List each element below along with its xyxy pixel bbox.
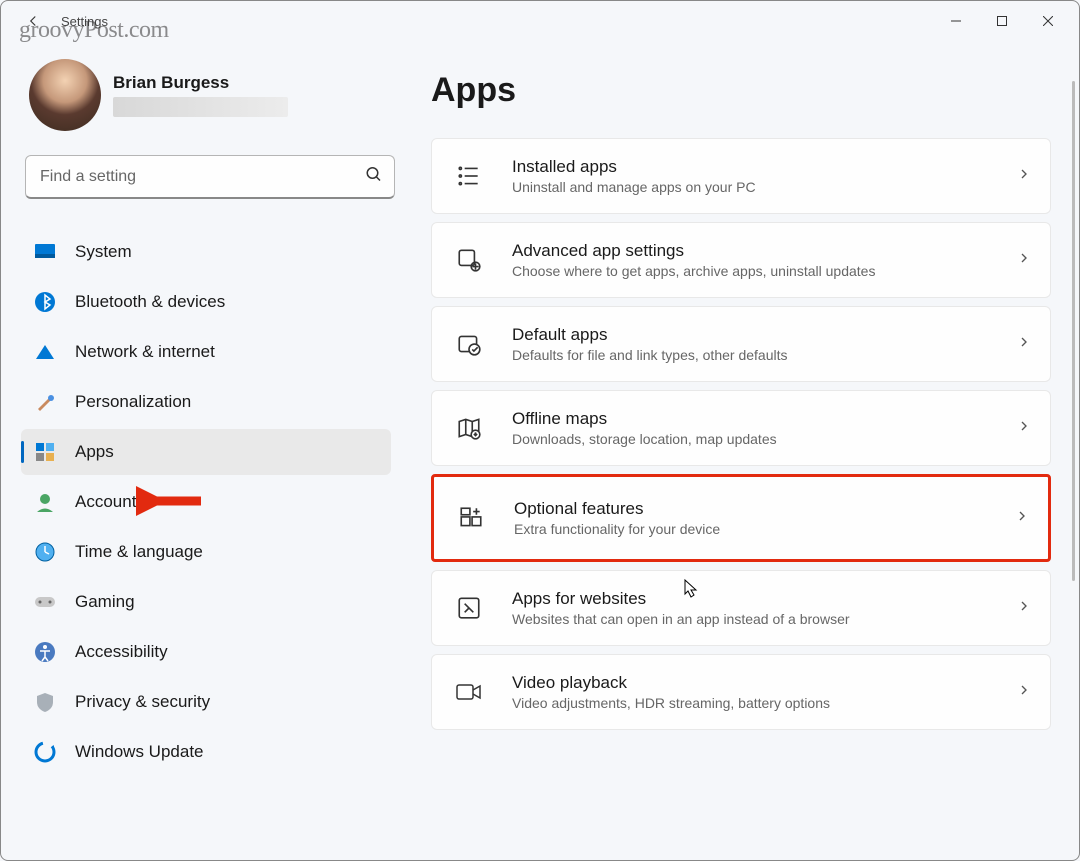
maximize-button[interactable] [979, 5, 1025, 37]
sidebar-item-label: Time & language [75, 542, 203, 562]
titlebar: Settings [1, 1, 1079, 41]
apps-websites-icon [454, 593, 484, 623]
sidebar-item-personalization[interactable]: Personalization [21, 379, 391, 425]
sidebar-item-accounts[interactable]: Accounts [21, 479, 391, 525]
settings-window: groovyPost.com Settings Brian B [0, 0, 1080, 861]
sidebar-item-network[interactable]: Network & internet [21, 329, 391, 375]
card-default-apps[interactable]: Default apps Defaults for file and link … [431, 306, 1051, 382]
card-title: Video playback [512, 673, 988, 693]
card-offline-maps[interactable]: Offline maps Downloads, storage location… [431, 390, 1051, 466]
offline-maps-icon [454, 413, 484, 443]
card-advanced-app-settings[interactable]: Advanced app settings Choose where to ge… [431, 222, 1051, 298]
sidebar-item-label: Gaming [75, 592, 135, 612]
sidebar-item-time[interactable]: Time & language [21, 529, 391, 575]
chevron-right-icon [1016, 598, 1032, 619]
avatar [29, 59, 101, 131]
sidebar-item-bluetooth[interactable]: Bluetooth & devices [21, 279, 391, 325]
network-icon [33, 340, 57, 364]
user-profile[interactable]: Brian Burgess [21, 49, 401, 149]
card-title: Installed apps [512, 157, 988, 177]
card-title: Optional features [514, 499, 986, 519]
card-desc: Downloads, storage location, map updates [512, 431, 988, 447]
update-icon [33, 740, 57, 764]
card-title: Apps for websites [512, 589, 988, 609]
user-email-redacted [113, 97, 288, 117]
system-icon [33, 240, 57, 264]
sidebar-item-label: Apps [75, 442, 114, 462]
sidebar-item-privacy[interactable]: Privacy & security [21, 679, 391, 725]
video-playback-icon [454, 677, 484, 707]
sidebar-item-label: Accessibility [75, 642, 168, 662]
default-apps-icon [454, 329, 484, 359]
personalization-icon [33, 390, 57, 414]
card-desc: Uninstall and manage apps on your PC [512, 179, 988, 195]
chevron-right-icon [1016, 682, 1032, 703]
sidebar-item-gaming[interactable]: Gaming [21, 579, 391, 625]
chevron-right-icon [1016, 250, 1032, 271]
chevron-right-icon [1016, 418, 1032, 439]
privacy-icon [33, 690, 57, 714]
card-desc: Extra functionality for your device [514, 521, 986, 537]
sidebar-item-label: Accounts [75, 492, 145, 512]
card-title: Default apps [512, 325, 988, 345]
sidebar-item-label: Bluetooth & devices [75, 292, 225, 312]
content-area: Apps Installed apps Uninstall and manage… [401, 41, 1079, 860]
card-installed-apps[interactable]: Installed apps Uninstall and manage apps… [431, 138, 1051, 214]
card-desc: Choose where to get apps, archive apps, … [512, 263, 988, 279]
card-desc: Video adjustments, HDR streaming, batter… [512, 695, 988, 711]
time-icon [33, 540, 57, 564]
user-name: Brian Burgess [113, 73, 288, 93]
minimize-button[interactable] [933, 5, 979, 37]
window-title: Settings [61, 14, 108, 29]
card-title: Offline maps [512, 409, 988, 429]
card-optional-features[interactable]: Optional features Extra functionality fo… [431, 474, 1051, 562]
card-desc: Defaults for file and link types, other … [512, 347, 988, 363]
sidebar-item-apps[interactable]: Apps [21, 429, 391, 475]
chevron-right-icon [1016, 334, 1032, 355]
accessibility-icon [33, 640, 57, 664]
sidebar-item-label: System [75, 242, 132, 262]
search-icon [365, 166, 383, 189]
sidebar: Brian Burgess System Bluetooth & devices [1, 41, 401, 860]
advanced-settings-icon [454, 245, 484, 275]
card-title: Advanced app settings [512, 241, 988, 261]
sidebar-item-system[interactable]: System [21, 229, 391, 275]
close-button[interactable] [1025, 5, 1071, 37]
apps-icon [33, 440, 57, 464]
sidebar-item-label: Personalization [75, 392, 191, 412]
back-button[interactable] [17, 5, 49, 37]
scrollbar[interactable] [1072, 81, 1075, 581]
card-desc: Websites that can open in an app instead… [512, 611, 988, 627]
chevron-right-icon [1016, 166, 1032, 187]
installed-apps-icon [454, 161, 484, 191]
optional-features-icon [456, 503, 486, 533]
search-box[interactable] [25, 155, 395, 199]
sidebar-item-label: Privacy & security [75, 692, 210, 712]
sidebar-item-accessibility[interactable]: Accessibility [21, 629, 391, 675]
nav-list: System Bluetooth & devices Network & int… [21, 225, 401, 779]
settings-cards: Installed apps Uninstall and manage apps… [431, 138, 1051, 734]
accounts-icon [33, 490, 57, 514]
sidebar-item-label: Windows Update [75, 742, 204, 762]
bluetooth-icon [33, 290, 57, 314]
search-input[interactable] [25, 155, 395, 199]
sidebar-item-update[interactable]: Windows Update [21, 729, 391, 775]
card-apps-for-websites[interactable]: Apps for websites Websites that can open… [431, 570, 1051, 646]
page-title: Apps [431, 71, 1055, 110]
sidebar-item-label: Network & internet [75, 342, 215, 362]
card-video-playback[interactable]: Video playback Video adjustments, HDR st… [431, 654, 1051, 730]
gaming-icon [33, 590, 57, 614]
chevron-right-icon [1014, 508, 1030, 529]
